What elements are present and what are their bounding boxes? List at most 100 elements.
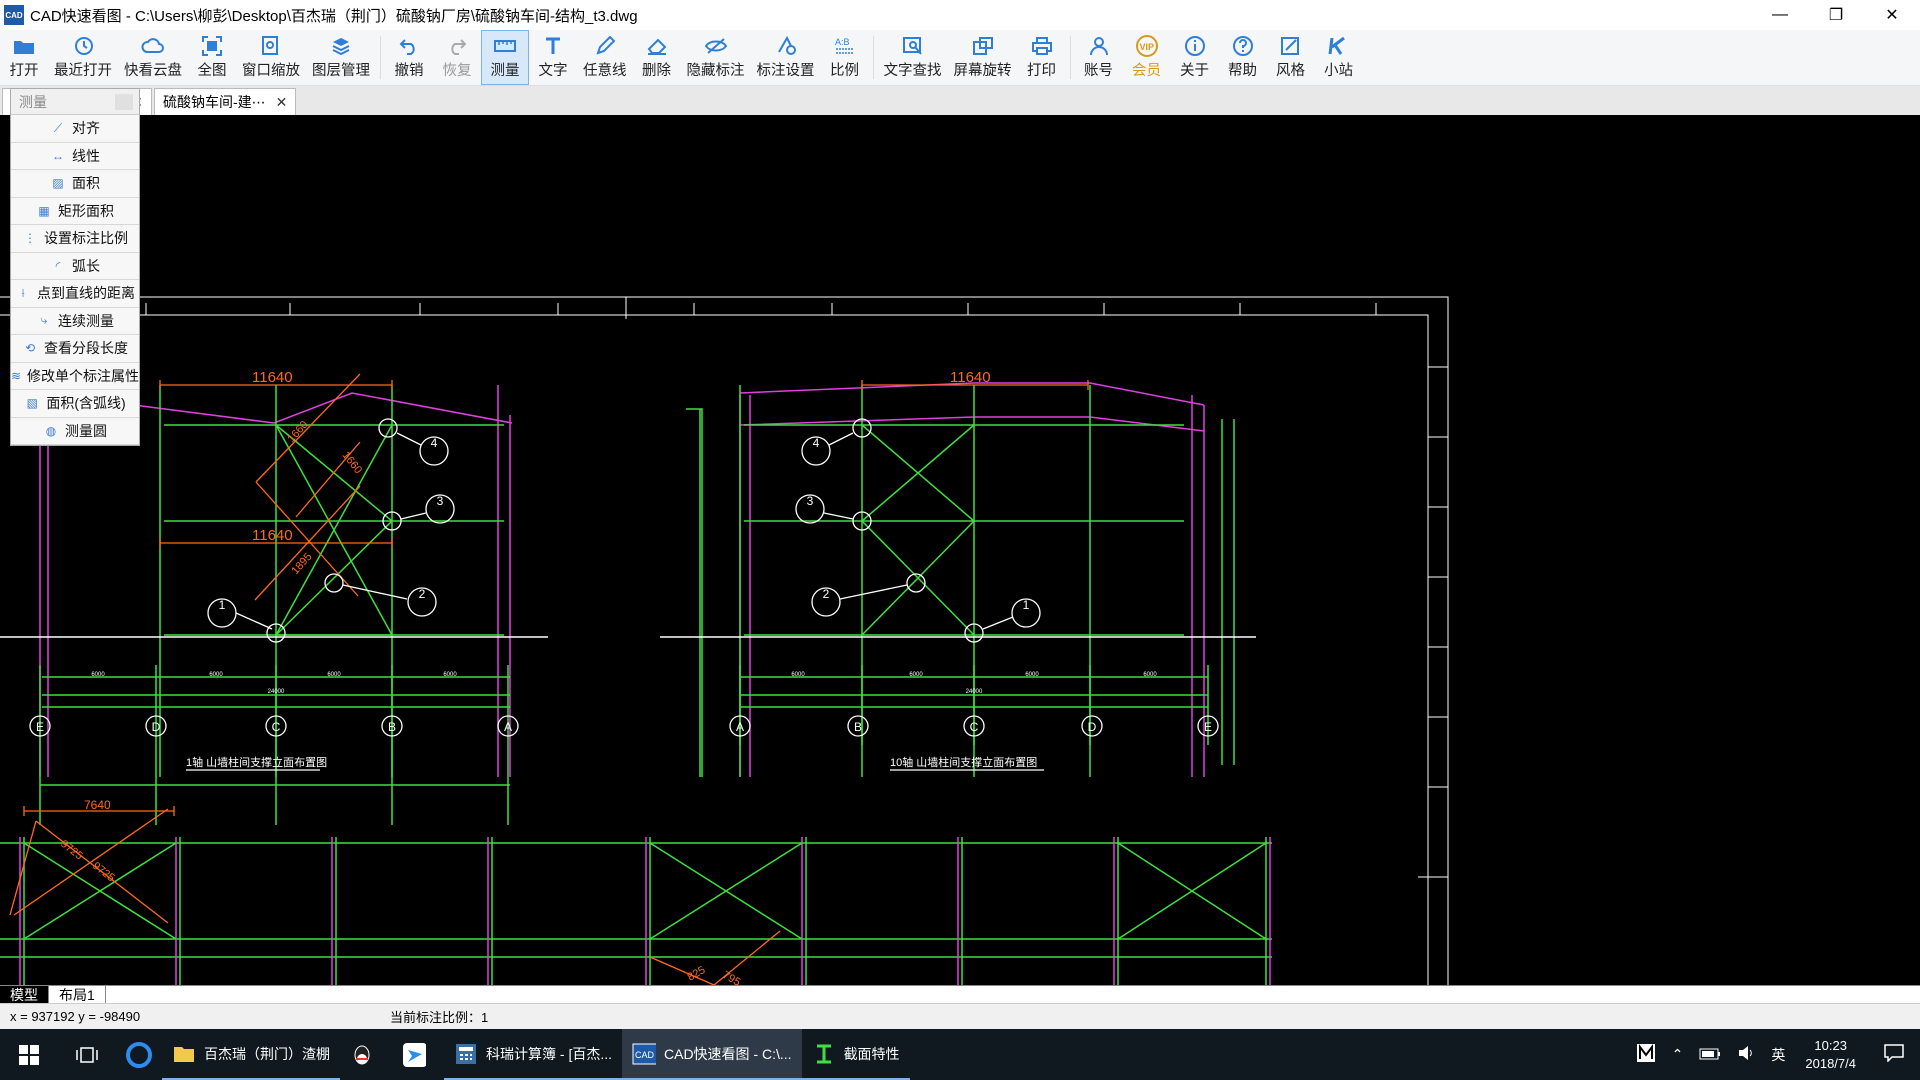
layout-tabs: 模型 布局1: [0, 985, 1920, 1004]
restore-button[interactable]: ❐: [1808, 0, 1864, 30]
hide-dim-button[interactable]: 隐藏标注: [681, 30, 751, 85]
window-zoom-button[interactable]: 窗口缩放: [236, 30, 306, 85]
chevron-up-icon[interactable]: ⌃: [1664, 1046, 1692, 1063]
help-label: 帮助: [1228, 63, 1257, 79]
freeline-button[interactable]: 任意线: [577, 30, 633, 85]
vip-button[interactable]: VIP 会员: [1123, 30, 1171, 85]
fullview-button[interactable]: 全图: [188, 30, 236, 85]
hide-dim-label: 隐藏标注: [686, 63, 745, 79]
i-beam-icon: [812, 1042, 836, 1066]
scale-ab-icon: A:B: [833, 35, 857, 57]
area-arc-icon: ▧: [26, 396, 38, 411]
span-dim: 6000: [327, 672, 341, 678]
taskbar-section-props[interactable]: 截面特性: [801, 1029, 910, 1080]
tab-layout1[interactable]: 布局1: [49, 985, 106, 1004]
station-button[interactable]: 小站: [1315, 30, 1363, 85]
menu-item-area[interactable]: ▨ 面积: [11, 170, 139, 198]
taskbar-qq[interactable]: [340, 1029, 392, 1080]
close-icon[interactable]: ✕: [276, 94, 288, 111]
oblique-dim: 9725: [58, 838, 85, 863]
ime-indicator[interactable]: 英: [1763, 1045, 1793, 1065]
dropdown-handle[interactable]: [115, 93, 133, 110]
print-button[interactable]: 打印: [1018, 30, 1066, 85]
delete-button[interactable]: 删除: [633, 30, 681, 85]
task-view-button[interactable]: [58, 1029, 116, 1080]
cloud-label: 快看云盘: [124, 63, 182, 79]
folder-icon: [12, 35, 36, 57]
scale-button[interactable]: A:B 比例: [821, 30, 869, 85]
taskbar-cad[interactable]: CAD CAD快速看图 - C:\...: [622, 1029, 802, 1080]
measure-dropdown-title: 测量: [19, 93, 47, 110]
speaker-icon[interactable]: [1729, 1045, 1763, 1064]
callout-number: 3: [807, 494, 814, 508]
menu-item-linear[interactable]: ↔ 线性: [11, 142, 139, 170]
open-button[interactable]: 打开: [0, 30, 48, 85]
help-button[interactable]: 帮助: [1219, 30, 1267, 85]
vip-label: 会员: [1132, 63, 1161, 79]
station-k-icon: [1327, 35, 1351, 57]
callout-number: 2: [823, 587, 830, 601]
menu-item-set-dim-scale[interactable]: ⋮ 设置标注比例: [11, 225, 139, 253]
menu-item-continuous[interactable]: ⤷ 连续测量: [11, 307, 139, 335]
qq-penguin-icon: [350, 1043, 374, 1067]
menu-item-edit-dim[interactable]: ≋ 修改单个标注属性: [11, 362, 139, 390]
m-app-icon[interactable]: [1628, 1043, 1664, 1066]
tab-building[interactable]: 硫酸钠车间-建⋯ ✕: [154, 88, 297, 115]
freeline-label: 任意线: [583, 63, 627, 79]
grid-label: B: [854, 720, 862, 734]
notification-icon[interactable]: [1868, 1044, 1920, 1065]
tab-building-label: 硫酸钠车间-建⋯: [163, 94, 266, 110]
dim-bottom-left: 7640: [84, 798, 111, 812]
layers-button[interactable]: 图层管理: [306, 30, 376, 85]
vip-badge-icon: VIP: [1135, 35, 1159, 57]
account-button[interactable]: 账号: [1075, 30, 1123, 85]
cad-drawing[interactable]: 11640 11640 1660 1660 1895 4 3 1 2 E D C…: [0, 115, 1920, 985]
menu-item-segment-length[interactable]: ⟲ 查看分段长度: [11, 335, 139, 363]
total-dim: 24000: [966, 689, 983, 695]
rotate-button[interactable]: 屏幕旋转: [948, 30, 1018, 85]
system-clock[interactable]: 10:23 2018/7/4: [1793, 1037, 1868, 1073]
grid-label: D: [152, 720, 161, 734]
redo-button[interactable]: 恢复: [433, 30, 481, 85]
menu-item-label: 测量圆: [65, 422, 107, 439]
main-toolbar: 打开 最近打开 快看云盘 全图 窗口缩放 图层管理 撤销 恢复 测量 文字 任意…: [0, 30, 1920, 86]
start-button[interactable]: [0, 1029, 58, 1080]
menu-item-label: 线性: [72, 147, 100, 164]
menu-item-label: 面积(含弧线): [46, 395, 126, 412]
minimize-button[interactable]: —: [1752, 0, 1808, 30]
taskbar-calculator[interactable]: 科瑞计算簿 - [百杰...: [444, 1029, 622, 1080]
grid-label: E: [36, 720, 44, 734]
tab-model[interactable]: 模型: [0, 985, 49, 1004]
dim-left-mid: 11640: [252, 527, 293, 544]
eye-hidden-icon: [704, 35, 728, 57]
span-dim: 6000: [1025, 672, 1039, 678]
text-button[interactable]: 文字: [529, 30, 577, 85]
cloud-button[interactable]: 快看云盘: [118, 30, 188, 85]
menu-item-area-arc[interactable]: ▧ 面积(含弧线): [11, 390, 139, 418]
menu-item-arc-length[interactable]: ◜ 弧长: [11, 252, 139, 280]
menu-item-point-line-distance[interactable]: ⟊ 点到直线的距离: [11, 280, 139, 308]
style-button[interactable]: 风格: [1267, 30, 1315, 85]
undo-button[interactable]: 撤销: [385, 30, 433, 85]
fullview-label: 全图: [197, 63, 227, 79]
menu-item-align[interactable]: ⟋ 对齐: [11, 115, 139, 143]
taskbar-browser[interactable]: [116, 1029, 162, 1080]
ruler-icon: [493, 35, 517, 57]
taskbar-explorer[interactable]: 百杰瑞（荆门）渣棚: [162, 1029, 340, 1080]
menu-item-circle[interactable]: ◍ 测量圆: [11, 417, 139, 445]
span-dim: 6000: [209, 672, 223, 678]
text-search-button[interactable]: 文字查找: [878, 30, 948, 85]
battery-icon[interactable]: [1691, 1047, 1729, 1063]
svg-text:A:B: A:B: [835, 37, 850, 47]
dim-settings-button[interactable]: 标注设置: [751, 30, 821, 85]
grid-label: A: [504, 720, 512, 734]
taskbar-bird-app[interactable]: [392, 1029, 444, 1080]
measure-button[interactable]: 测量: [481, 30, 529, 85]
drawing-canvas[interactable]: 11640 11640 1660 1660 1895 4 3 1 2 E D C…: [0, 115, 1920, 985]
about-button[interactable]: 关于: [1171, 30, 1219, 85]
menu-item-label: 弧长: [72, 257, 100, 274]
menu-item-label: 连续测量: [58, 312, 114, 329]
menu-item-rect-area[interactable]: ▦ 矩形面积: [11, 197, 139, 225]
close-button[interactable]: ✕: [1864, 0, 1920, 30]
recent-button[interactable]: 最近打开: [48, 30, 118, 85]
